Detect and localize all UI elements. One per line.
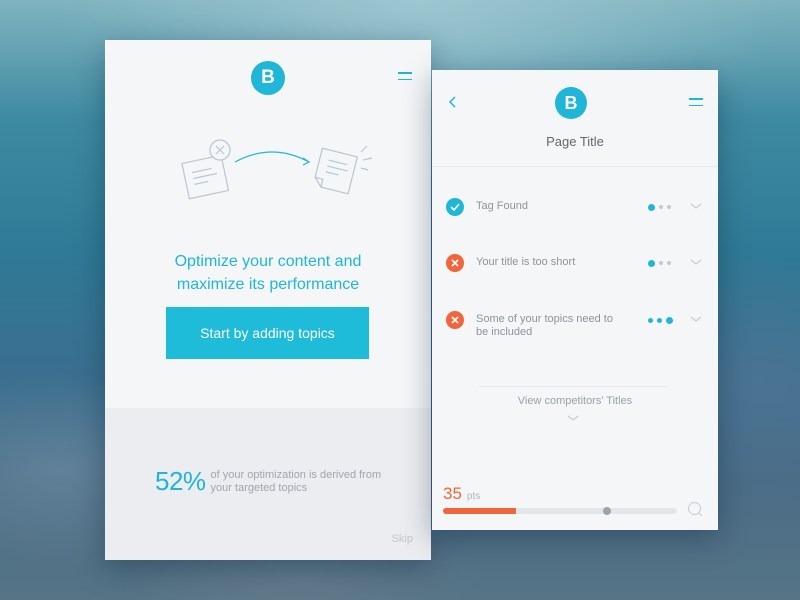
chevron-down-icon[interactable]	[690, 314, 702, 324]
check-label: Your title is too short	[476, 256, 576, 268]
check-label: Some of your topics need to be included	[476, 313, 613, 338]
optimize-illustration-icon	[181, 139, 373, 200]
page-title: Page Title	[546, 134, 604, 149]
close-icon	[446, 254, 464, 272]
brand-logo[interactable]: B	[555, 87, 587, 119]
level-indicator	[648, 316, 677, 324]
headline-line-2: maximize its performance	[176, 276, 360, 293]
optimization-stat: 52% of your optimization is derived from…	[155, 466, 401, 497]
hamburger-menu-icon[interactable]	[398, 71, 412, 81]
check-row-tag-found[interactable]: Tag Found	[446, 198, 704, 230]
check-icon	[446, 198, 464, 216]
skip-link[interactable]: Skip	[392, 533, 413, 545]
back-arrow-icon[interactable]	[447, 95, 459, 109]
score-progress-fill	[443, 508, 516, 514]
divider	[479, 386, 668, 387]
score-value: 35	[443, 484, 462, 503]
level-indicator	[648, 259, 675, 267]
score-target-marker[interactable]	[602, 507, 611, 515]
title-analysis-panel: B Page Title Tag Found Your title is too…	[432, 70, 718, 530]
search-icon[interactable]	[687, 501, 703, 517]
score-progress-bar	[443, 507, 677, 515]
check-label: Tag Found	[476, 200, 528, 212]
score: 35 pts	[443, 484, 480, 504]
stat-description: of your optimization is derived from you…	[210, 468, 382, 494]
divider	[432, 166, 718, 167]
stat-percent: 52%	[155, 466, 206, 496]
chevron-down-icon[interactable]	[567, 414, 579, 422]
headline-line-1: Optimize your content and	[174, 253, 362, 270]
close-icon	[446, 311, 464, 329]
onboarding-panel: B Optimize your content and maximize its…	[105, 40, 431, 560]
onboarding-headline: Optimize your content and maximize its p…	[105, 250, 431, 296]
view-competitors-link[interactable]: View competitors' Titles	[432, 395, 718, 407]
brand-logo[interactable]: B	[251, 61, 285, 95]
check-row-topics-missing[interactable]: Some of your topics need to be included	[446, 311, 704, 343]
score-unit: pts	[466, 491, 481, 502]
level-indicator	[648, 203, 675, 211]
chevron-down-icon[interactable]	[690, 257, 702, 267]
hamburger-menu-icon[interactable]	[689, 97, 703, 107]
check-row-title-short[interactable]: Your title is too short	[446, 254, 704, 286]
chevron-down-icon[interactable]	[690, 201, 702, 211]
start-adding-topics-button[interactable]: Start by adding topics	[166, 307, 369, 359]
